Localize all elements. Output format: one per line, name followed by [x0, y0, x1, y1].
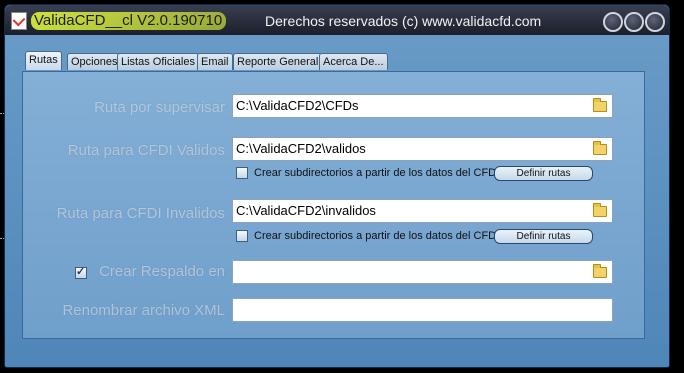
renombrar-label: Renombrar archivo XML [62, 302, 225, 319]
title-bar[interactable]: ValidaCFD__cl V2.0.190710 Derechos reser… [5, 5, 669, 35]
main-window: ValidaCFD__cl V2.0.190710 Derechos reser… [4, 4, 670, 368]
ruta-supervisar-value: C:\ValidaCFD2\CFDs [236, 98, 359, 113]
ruta-supervisar-field[interactable]: C:\ValidaCFD2\CFDs [232, 94, 613, 118]
tab-acerca-de[interactable]: Acerca De... [319, 53, 388, 70]
validos-definir-rutas-button[interactable]: Definir rutas [494, 166, 593, 181]
folder-icon[interactable] [593, 141, 607, 155]
tab-opciones[interactable]: Opciones [67, 53, 122, 70]
respaldo-checkbox[interactable] [75, 265, 87, 279]
checkmark-app-icon [11, 12, 27, 30]
rutas-panel: Ruta por supervisar C:\ValidaCFD2\CFDs R… [22, 71, 645, 339]
ruta-invalidos-value: C:\ValidaCFD2\invalidos [236, 203, 376, 218]
minimize-button[interactable] [603, 12, 623, 32]
ruta-validos-label: Ruta para CFDI Validos [67, 142, 225, 159]
close-button[interactable] [645, 12, 665, 32]
renombrar-field[interactable] [232, 298, 613, 322]
app-title: ValidaCFD__cl V2.0.190710 [31, 12, 227, 30]
invalidos-subdir-checkbox[interactable] [236, 230, 248, 242]
validos-subdir-label: Crear subdirectorios a partir de los dat… [254, 167, 500, 179]
respaldo-field[interactable] [232, 260, 613, 284]
invalidos-subdir-label: Crear subdirectorios a partir de los dat… [254, 230, 500, 242]
folder-icon[interactable] [593, 264, 607, 278]
tab-reporte-general[interactable]: Reporte General [233, 53, 323, 70]
ruta-validos-value: C:\ValidaCFD2\validos [236, 141, 366, 156]
ruta-supervisar-label: Ruta por supervisar [94, 99, 225, 116]
tab-rutas[interactable]: Rutas [25, 51, 62, 70]
ruta-validos-field[interactable]: C:\ValidaCFD2\validos [232, 137, 613, 161]
tab-listas-oficiales[interactable]: Listas Oficiales [117, 53, 199, 70]
ruta-invalidos-label: Ruta para CFDI Invalidos [56, 205, 225, 222]
ruta-invalidos-field[interactable]: C:\ValidaCFD2\invalidos [232, 199, 613, 223]
respaldo-label: Crear Respaldo en [99, 263, 225, 280]
invalidos-definir-rutas-button[interactable]: Definir rutas [494, 229, 593, 244]
tab-email[interactable]: Email [197, 53, 233, 70]
folder-icon[interactable] [593, 203, 607, 217]
validos-subdir-checkbox[interactable] [236, 167, 248, 179]
folder-icon[interactable] [593, 98, 607, 112]
maximize-button[interactable] [624, 12, 644, 32]
copyright-title: Derechos reservados (c) www.validacfd.co… [265, 13, 542, 29]
